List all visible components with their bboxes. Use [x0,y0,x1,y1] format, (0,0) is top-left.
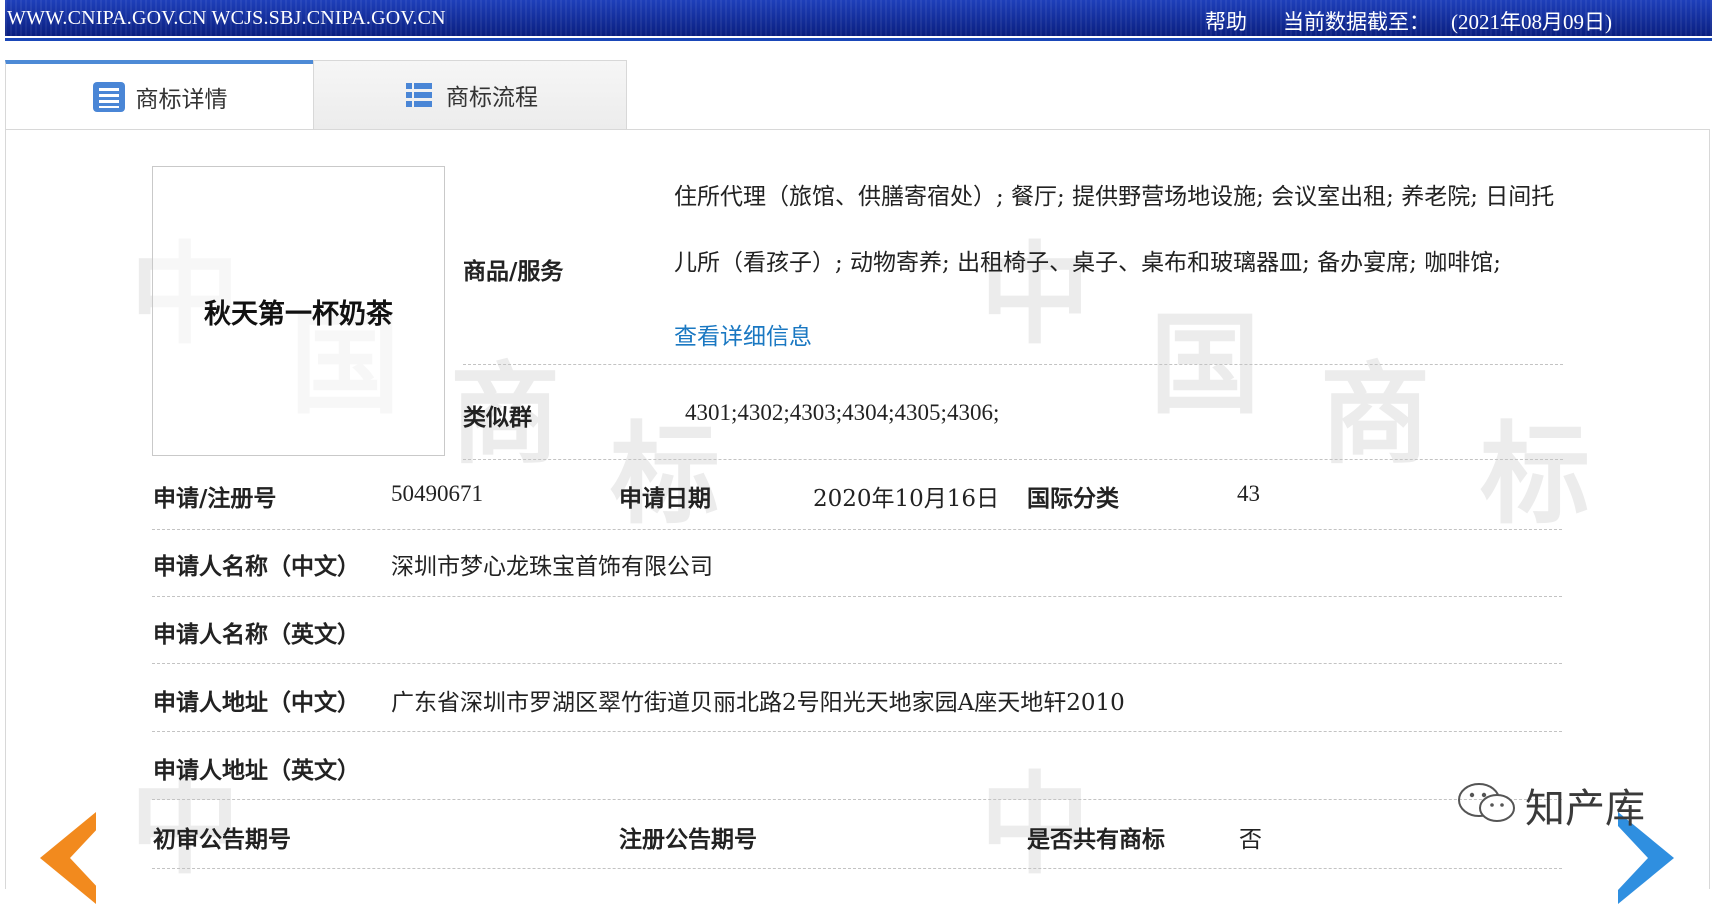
applicant-cn-label: 申请人名称（中文） [153,553,360,580]
divider [152,596,1562,597]
app-date-value: 2020年10月16日 [813,486,1000,512]
divider [463,459,1563,460]
similar-group-label: 类似群 [463,404,532,431]
data-date-value: (2021年08月09日) [1451,10,1612,34]
reg-no-value: 50490671 [391,481,483,506]
help-link[interactable]: 帮助 [1205,6,1247,36]
tab-trademark-details[interactable]: 商标详情 [5,60,314,130]
prelim-pub-label: 初审公告期号 [153,826,291,853]
intl-class-label: 国际分类 [1027,485,1119,512]
reg-pub-label: 注册公告期号 [619,826,757,853]
view-details-link[interactable]: 查看详细信息 [674,317,812,351]
similar-group-value: 4301;4302;4303;4304;4305;4306; [685,400,1000,425]
watermark: 商 [1320,351,1430,479]
tab-trademark-process[interactable]: 商标流程 [313,60,627,130]
divider [152,731,1562,732]
credit-text: 知产库 [1525,786,1645,832]
divider [152,529,1562,530]
reg-no-label: 申请/注册号 [153,485,277,512]
shared-trademark-value: 否 [1239,827,1262,853]
divider [152,663,1562,664]
applicant-cn-value: 深圳市梦心龙珠宝首饰有限公司 [391,554,713,580]
site-urls: WWW.CNIPA.GOV.CN WCJS.SBJ.CNIPA.GOV.CN [7,7,446,29]
tab-label: 商标详情 [135,87,228,113]
services-text: 住所代理（旅馆、供膳寄宿处）; 餐厅; 提供野营场地设施; 会议室出租; 养老院… [674,184,1555,276]
address-cn-value: 广东省深圳市罗湖区翠竹街道贝丽北路2号阳光天地家园A座天地轩2010 [391,690,1125,716]
app-date-label: 申请日期 [619,485,711,512]
intl-class-value: 43 [1237,481,1260,506]
services-label: 商品/服务 [463,258,564,285]
trademark-name: 秋天第一杯奶茶 [204,298,393,330]
shared-trademark-label: 是否共有商标 [1027,826,1165,853]
watermark: 国 [1150,301,1260,429]
divider [152,799,1562,800]
flow-list-icon [402,79,436,111]
address-cn-label: 申请人地址（中文） [153,689,360,716]
address-en-label: 申请人地址（英文） [153,757,360,784]
trademark-image: 秋天第一杯奶茶 [152,166,445,456]
applicant-en-label: 申请人名称（英文） [153,621,360,648]
data-date-label: 当前数据截至： [1283,10,1430,34]
wechat-icon [1455,780,1519,830]
divider [463,364,1563,365]
source-credit: 知产库 [1455,776,1645,834]
divider [152,868,1562,869]
watermark: 标 [610,411,720,539]
list-document-icon [92,81,126,113]
watermark: 标 [1480,411,1590,539]
top-bar: WWW.CNIPA.GOV.CN WCJS.SBJ.CNIPA.GOV.CN 帮… [5,0,1712,36]
top-divider [5,38,1712,41]
tab-label: 商标流程 [446,85,538,111]
